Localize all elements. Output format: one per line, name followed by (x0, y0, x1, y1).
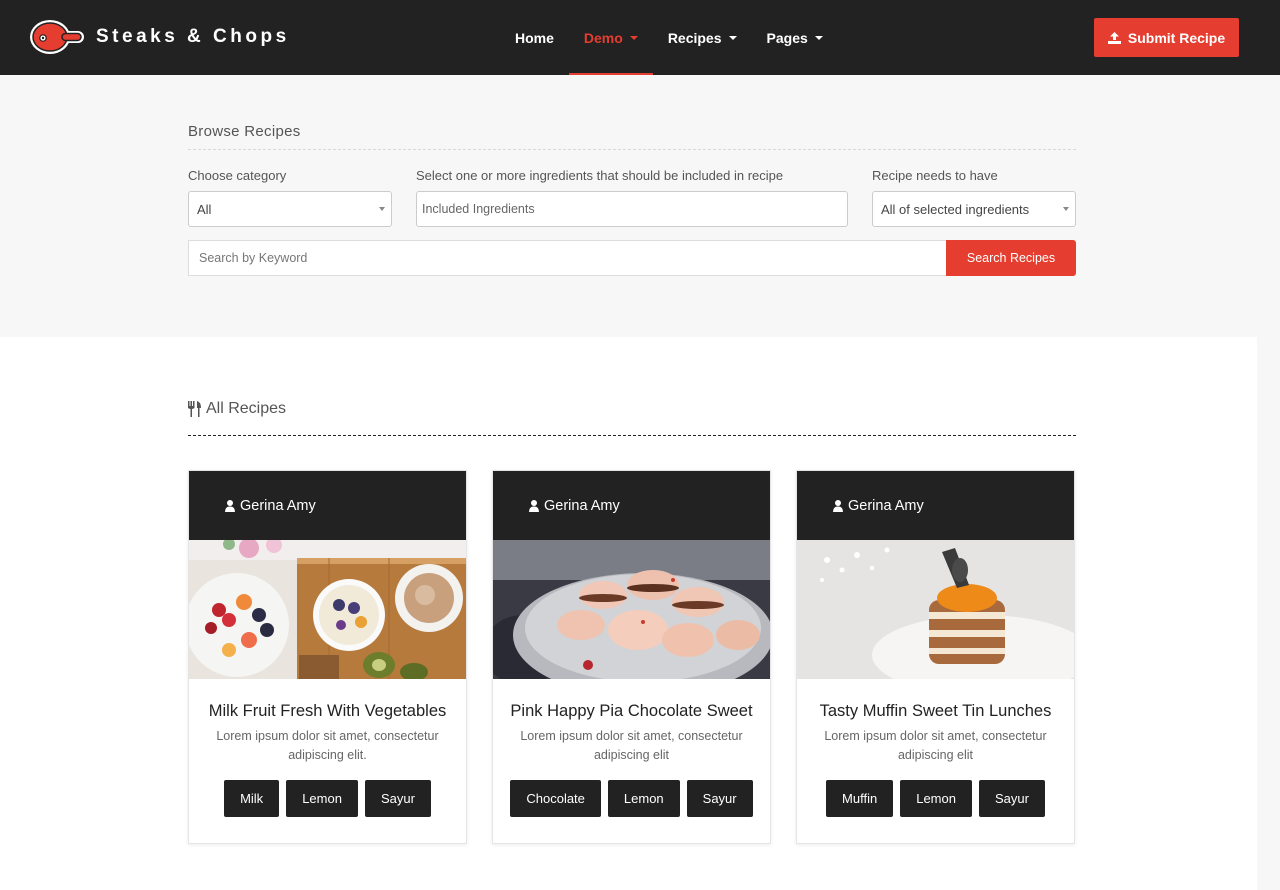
cutlery-icon (188, 401, 201, 417)
recipe-description: Lorem ipsum dolor sit amet, consectetur … (520, 729, 743, 762)
tag-sayur[interactable]: Sayur (686, 780, 753, 817)
needs-select-value: All of selected ingredients (881, 201, 1030, 217)
all-recipes-section: All Recipes Gerina Amy Milk Fruit Fresh … (0, 337, 1257, 890)
nav-item-recipes[interactable]: Recipes (653, 0, 752, 75)
recipe-description: Lorem ipsum dolor sit amet, consectetur … (824, 729, 1047, 762)
search-recipes-button[interactable]: Search Recipes (946, 240, 1076, 276)
dropdown-arrow-icon (379, 207, 385, 211)
tag-lemon[interactable]: Lemon (286, 780, 358, 817)
tag-muffin[interactable]: Muffin (826, 780, 894, 817)
all-recipes-heading: All Recipes (188, 400, 286, 418)
fruit-bowl-image (189, 540, 466, 679)
nav-label: Recipes (667, 29, 722, 46)
nav-label: Home (515, 29, 554, 46)
page-gutter (1257, 337, 1280, 890)
ingredients-placeholder: Included Ingredients (422, 202, 535, 216)
macarons-image (493, 540, 770, 679)
tag-lemon[interactable]: Lemon (900, 780, 972, 817)
tag-milk[interactable]: Milk (224, 780, 280, 817)
ingredients-label: Select one or more ingredients that shou… (416, 168, 784, 183)
chevron-down-icon (814, 35, 823, 40)
nav-label: Demo (583, 29, 623, 46)
site-header: Steaks & Chops Home Demo Recipes Pages S… (0, 0, 1280, 75)
recipe-title[interactable]: Tasty Muffin Sweet Tin Lunches (797, 702, 1074, 721)
dropdown-arrow-icon (1063, 207, 1069, 211)
recipe-image[interactable] (797, 540, 1074, 679)
search-recipes-label: Search Recipes (966, 251, 1056, 265)
recipe-tags: Muffin Lemon Sayur (797, 780, 1074, 817)
recipe-image[interactable] (493, 540, 770, 679)
recipe-author[interactable]: Gerina Amy (848, 498, 924, 514)
recipe-card-header: Gerina Amy (189, 471, 466, 540)
tag-chocolate[interactable]: Chocolate (510, 780, 601, 817)
keyword-placeholder: Search by Keyword (199, 251, 308, 265)
recipe-author[interactable]: Gerina Amy (544, 498, 620, 514)
recipe-image[interactable] (189, 540, 466, 679)
category-select-value: All (197, 201, 212, 217)
category-select[interactable]: All (188, 191, 392, 227)
steak-logo-icon (30, 20, 84, 54)
user-icon (529, 499, 539, 512)
recipe-card-header: Gerina Amy (797, 471, 1074, 540)
needs-select[interactable]: All of selected ingredients (872, 191, 1076, 227)
nav-item-home[interactable]: Home (500, 0, 569, 75)
section-title: Browse Recipes (188, 123, 301, 140)
all-recipes-title: All Recipes (206, 400, 287, 417)
recipe-card[interactable]: Gerina Amy (188, 470, 467, 844)
brand-logo[interactable]: Steaks & Chops (28, 18, 290, 56)
tag-sayur[interactable]: Sayur (978, 780, 1045, 817)
recipe-card[interactable]: Gerina Amy Tasty Muffin Sweet Tin Lunche… (796, 470, 1075, 844)
user-icon (833, 499, 843, 512)
recipe-card-header: Gerina Amy (493, 471, 770, 540)
upload-icon (1107, 31, 1121, 44)
recipe-card[interactable]: Gerina Amy (492, 470, 771, 844)
muffin-cake-image (797, 540, 1074, 679)
recipe-description: Lorem ipsum dolor sit amet, consectetur … (216, 729, 439, 762)
recipe-title[interactable]: Pink Happy Pia Chocolate Sweet (493, 702, 770, 721)
category-label: Choose category (188, 168, 287, 183)
nav-item-pages[interactable]: Pages (752, 0, 838, 75)
submit-recipe-button[interactable]: Submit Recipe (1094, 18, 1239, 57)
nav-item-demo[interactable]: Demo (568, 0, 653, 75)
ingredients-input[interactable]: Included Ingredients (416, 191, 848, 227)
divider (188, 435, 1076, 436)
brand-name: Steaks & Chops (96, 26, 290, 47)
recipe-tags: Milk Lemon Sayur (189, 780, 466, 817)
needs-label: Recipe needs to have (872, 168, 998, 183)
chevron-down-icon (629, 35, 638, 40)
divider (188, 149, 1076, 150)
submit-recipe-label: Submit Recipe (1127, 29, 1226, 46)
browse-recipes-section: Browse Recipes Choose category All Selec… (0, 75, 1280, 337)
main-nav: Home Demo Recipes Pages (500, 0, 838, 75)
recipe-author[interactable]: Gerina Amy (240, 498, 316, 514)
tag-sayur[interactable]: Sayur (364, 780, 431, 817)
recipe-tags: Chocolate Lemon Sayur (493, 780, 770, 817)
tag-lemon[interactable]: Lemon (607, 780, 680, 817)
recipe-title[interactable]: Milk Fruit Fresh With Vegetables (189, 702, 466, 721)
chevron-down-icon (728, 35, 737, 40)
nav-label: Pages (766, 29, 808, 46)
keyword-search-input[interactable]: Search by Keyword (188, 240, 946, 276)
user-icon (225, 499, 235, 512)
